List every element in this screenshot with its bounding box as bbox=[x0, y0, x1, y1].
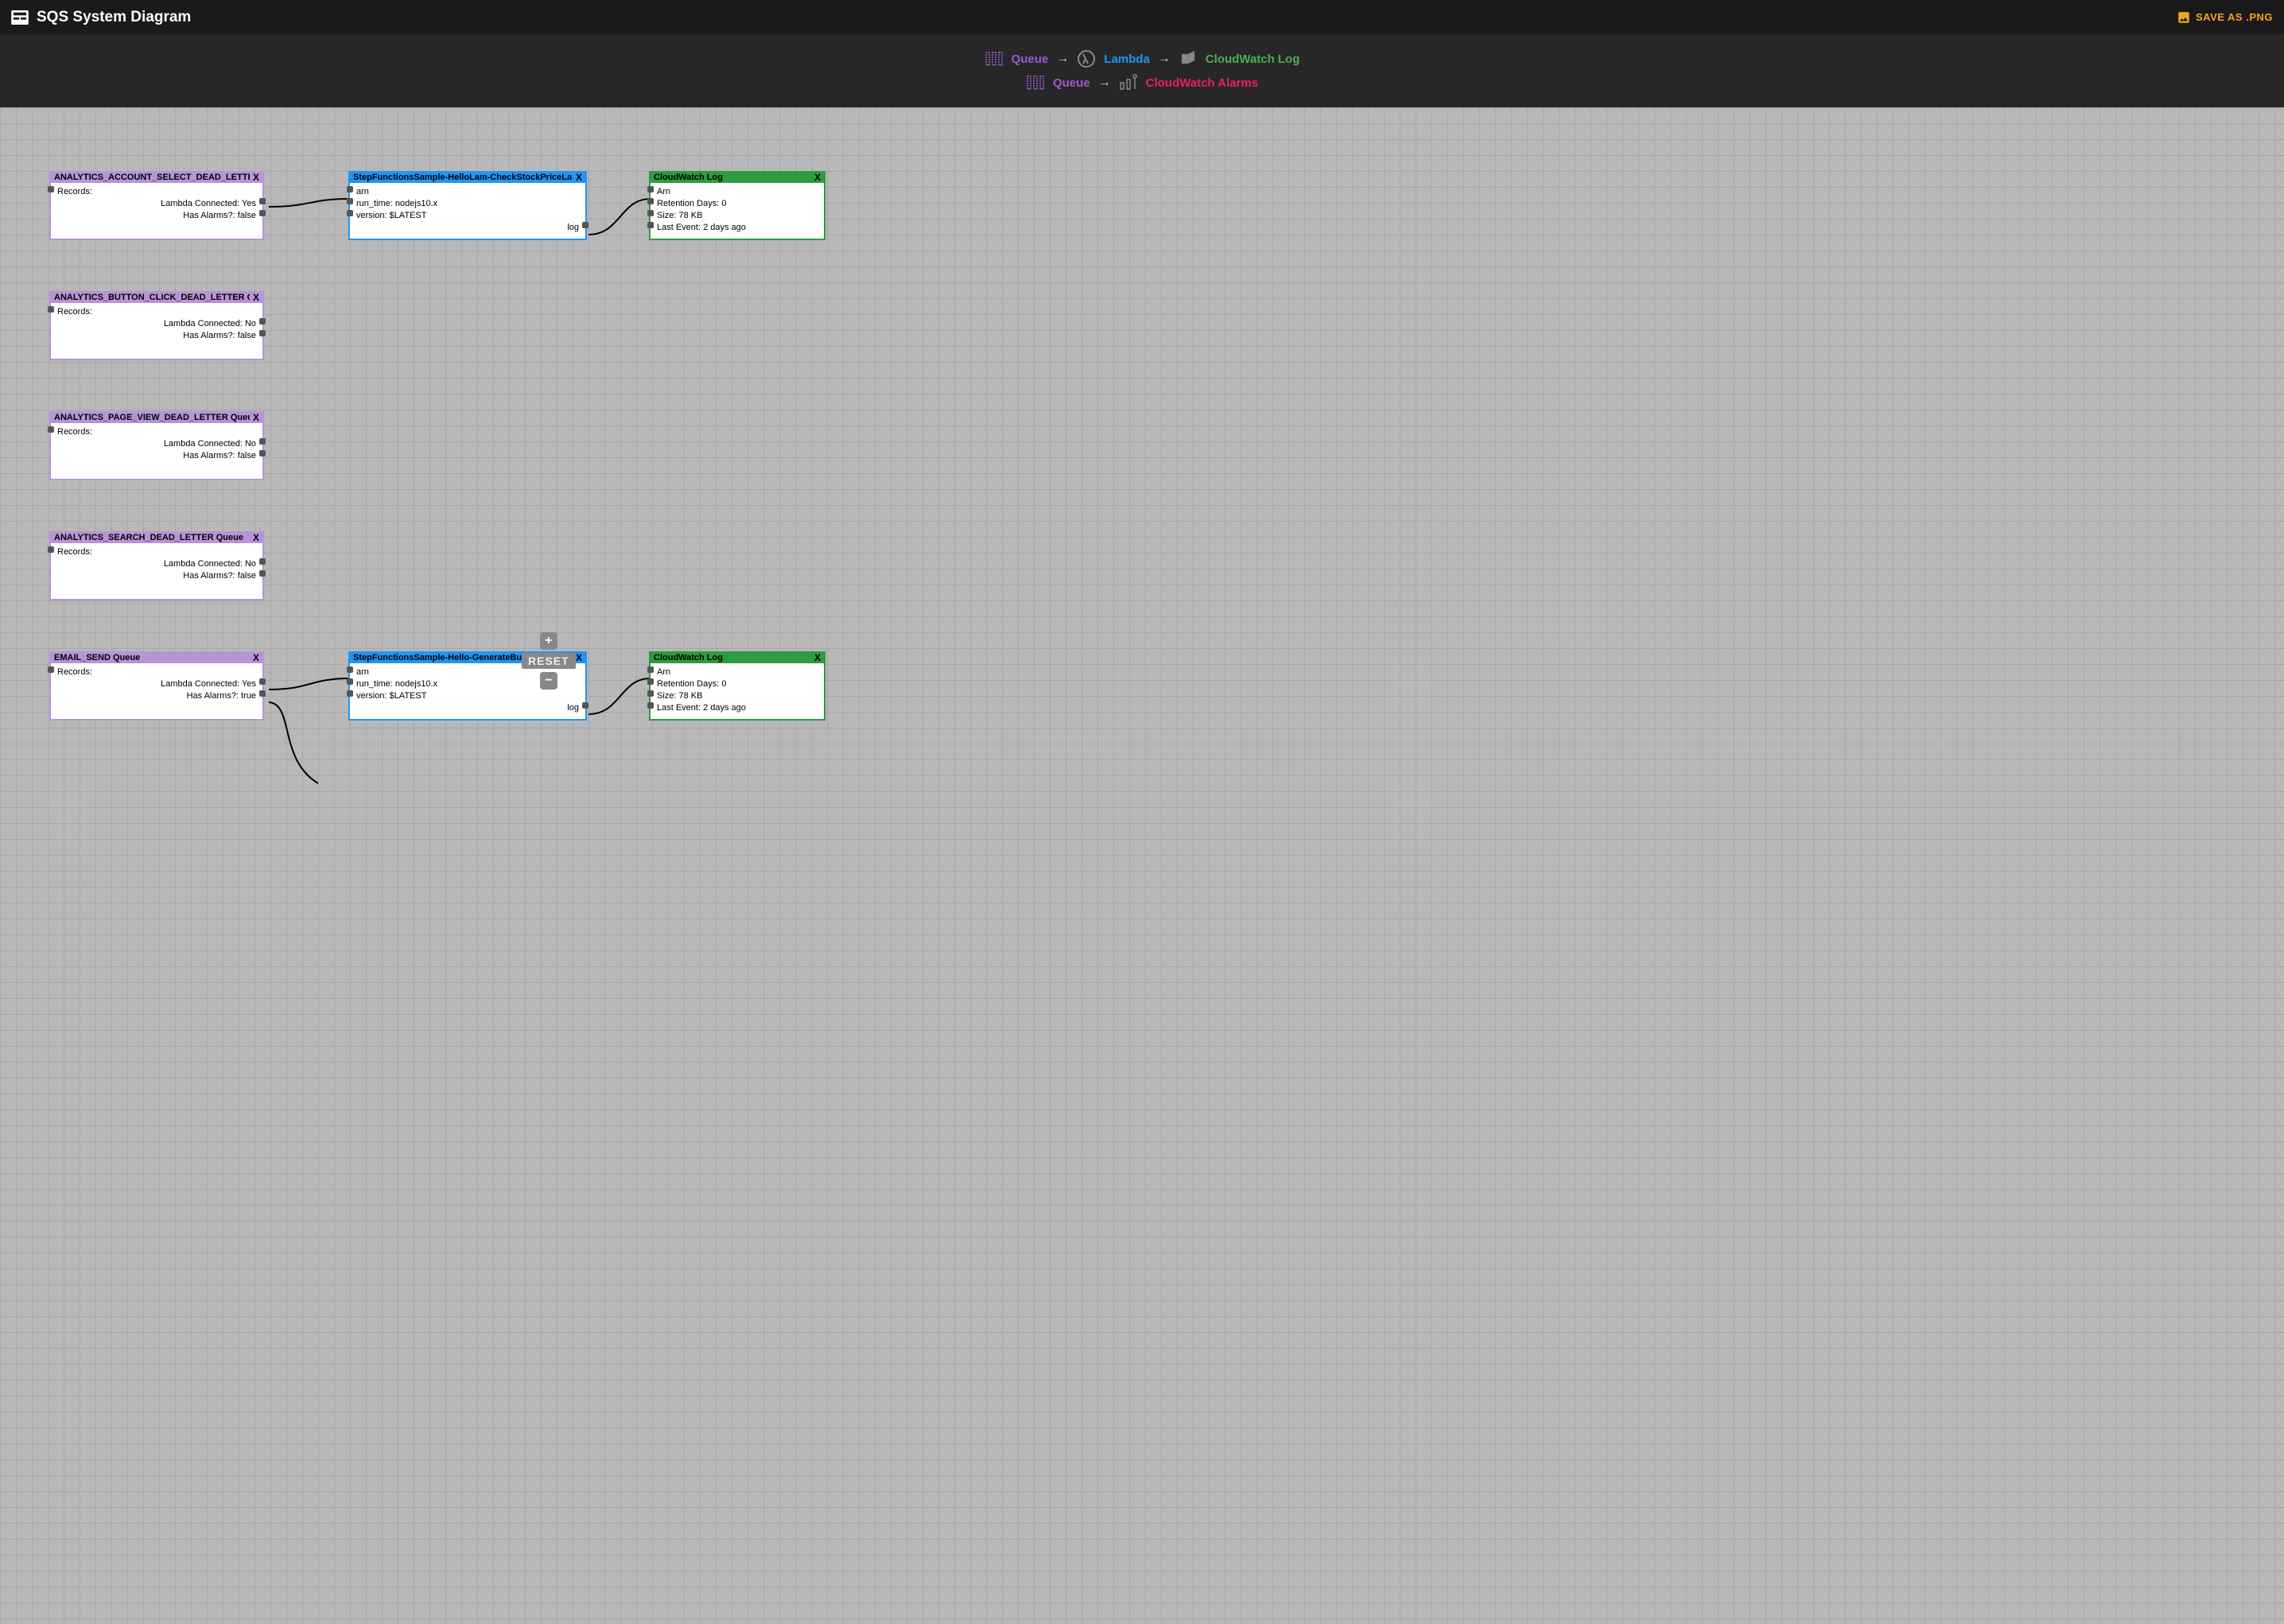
arn-label: arn bbox=[356, 667, 369, 677]
queue-node[interactable]: ANALYTICS_PAGE_VIEW_DEAD_LETTER QueueX R… bbox=[49, 411, 264, 480]
node-title: StepFunctionsSample-HelloLam-CheckStockP… bbox=[353, 173, 573, 182]
node-title: CloudWatch Log bbox=[654, 173, 811, 182]
app-header: SQS System Diagram SAVE AS .PNG bbox=[0, 0, 2284, 34]
records-label: Records: bbox=[57, 667, 92, 677]
queue-node[interactable]: ANALYTICS_SEARCH_DEAD_LETTER QueueX Reco… bbox=[49, 531, 264, 600]
close-icon[interactable]: X bbox=[576, 652, 582, 663]
log-label: log bbox=[567, 223, 579, 232]
close-icon[interactable]: X bbox=[576, 172, 582, 183]
cloudwatch-log-node[interactable]: CloudWatch LogX Arn Retention Days: 0 Si… bbox=[649, 651, 825, 721]
node-title: ANALYTICS_SEARCH_DEAD_LETTER Queue bbox=[54, 533, 250, 542]
records-label: Records: bbox=[57, 187, 92, 196]
version-label: version: $LATEST bbox=[356, 211, 426, 220]
zoom-out-button[interactable]: − bbox=[540, 672, 557, 690]
last-event-label: Last Event: 2 days ago bbox=[657, 223, 746, 232]
version-label: version: $LATEST bbox=[356, 691, 426, 701]
legend-alarms-label: CloudWatch Alarms bbox=[1146, 76, 1258, 90]
queue-icon bbox=[985, 49, 1004, 68]
arn-label: Arn bbox=[657, 187, 670, 196]
alarm-icon bbox=[1119, 73, 1138, 92]
has-alarms-label: Has Alarms?: false bbox=[183, 451, 256, 460]
has-alarms-label: Has Alarms?: false bbox=[183, 211, 256, 220]
save-png-button[interactable]: SAVE AS .PNG bbox=[2177, 10, 2273, 25]
diagram-canvas[interactable]: ANALYTICS_ACCOUNT_SELECT_DEAD_LETTER Que… bbox=[0, 107, 2284, 1624]
lambda-connected-label: Lambda Connected: Yes bbox=[161, 199, 256, 208]
lambda-icon bbox=[1077, 49, 1096, 68]
lambda-node[interactable]: StepFunctionsSample-HelloLam-CheckStockP… bbox=[348, 171, 587, 240]
node-title: ANALYTICS_ACCOUNT_SELECT_DEAD_LETTER Que… bbox=[54, 173, 250, 182]
size-label: Size: 78 KB bbox=[657, 211, 702, 220]
legend-row-2: Queue → CloudWatch Alarms bbox=[1026, 73, 1258, 92]
edges-layer bbox=[0, 107, 2284, 1624]
records-label: Records: bbox=[57, 547, 92, 557]
size-label: Size: 78 KB bbox=[657, 691, 702, 701]
legend-row-1: Queue → Lambda → CloudWatch Log bbox=[985, 49, 1300, 68]
records-label: Records: bbox=[57, 307, 92, 317]
lambda-connected-label: Lambda Connected: No bbox=[164, 319, 256, 328]
node-title: ANALYTICS_BUTTON_CLICK_DEAD_LETTER Queue bbox=[54, 293, 250, 302]
close-icon[interactable]: X bbox=[253, 292, 259, 303]
retention-label: Retention Days: 0 bbox=[657, 199, 726, 208]
has-alarms-label: Has Alarms?: true bbox=[187, 691, 256, 701]
zoom-in-button[interactable]: + bbox=[540, 632, 557, 650]
canvas-controls: + RESET − bbox=[522, 632, 576, 690]
close-icon[interactable]: X bbox=[253, 652, 259, 663]
lambda-connected-label: Lambda Connected: Yes bbox=[161, 679, 256, 689]
lambda-connected-label: Lambda Connected: No bbox=[164, 439, 256, 449]
close-icon[interactable]: X bbox=[253, 532, 259, 543]
node-title: CloudWatch Log bbox=[654, 653, 811, 662]
runtime-label: run_time: nodejs10.x bbox=[356, 679, 437, 689]
log-icon bbox=[1179, 49, 1198, 68]
queue-icon bbox=[1026, 73, 1045, 92]
close-icon[interactable]: X bbox=[814, 652, 821, 663]
queue-node[interactable]: ANALYTICS_ACCOUNT_SELECT_DEAD_LETTER Que… bbox=[49, 171, 264, 240]
arrow-icon: → bbox=[1098, 76, 1111, 90]
arn-label: arn bbox=[356, 187, 369, 196]
legend-queue-label: Queue bbox=[1053, 76, 1090, 90]
legend-queue-label: Queue bbox=[1012, 52, 1049, 66]
arn-label: Arn bbox=[657, 667, 670, 677]
lambda-connected-label: Lambda Connected: No bbox=[164, 559, 256, 569]
retention-label: Retention Days: 0 bbox=[657, 679, 726, 689]
close-icon[interactable]: X bbox=[253, 412, 259, 423]
arrow-icon: → bbox=[1056, 52, 1069, 66]
header-left: SQS System Diagram bbox=[11, 9, 191, 26]
arrow-icon: → bbox=[1158, 52, 1171, 66]
legend-bar: Queue → Lambda → CloudWatch Log Queue → … bbox=[0, 34, 2284, 107]
diagram-icon bbox=[11, 10, 29, 25]
cloudwatch-log-node[interactable]: CloudWatch LogX Arn Retention Days: 0 Si… bbox=[649, 171, 825, 240]
has-alarms-label: Has Alarms?: false bbox=[183, 331, 256, 340]
last-event-label: Last Event: 2 days ago bbox=[657, 703, 746, 713]
reset-button[interactable]: RESET bbox=[522, 653, 576, 669]
records-label: Records: bbox=[57, 427, 92, 437]
node-title: ANALYTICS_PAGE_VIEW_DEAD_LETTER Queue bbox=[54, 413, 250, 422]
close-icon[interactable]: X bbox=[814, 172, 821, 183]
runtime-label: run_time: nodejs10.x bbox=[356, 199, 437, 208]
legend-lambda-label: Lambda bbox=[1104, 52, 1150, 66]
close-icon[interactable]: X bbox=[253, 172, 259, 183]
queue-node[interactable]: EMAIL_SEND QueueX Records: Lambda Connec… bbox=[49, 651, 264, 721]
node-title: EMAIL_SEND Queue bbox=[54, 653, 250, 662]
legend-log-label: CloudWatch Log bbox=[1206, 52, 1300, 66]
has-alarms-label: Has Alarms?: false bbox=[183, 571, 256, 581]
queue-node[interactable]: ANALYTICS_BUTTON_CLICK_DEAD_LETTER Queue… bbox=[49, 291, 264, 360]
page-title: SQS System Diagram bbox=[37, 9, 191, 26]
image-icon bbox=[2177, 10, 2191, 25]
save-label: SAVE AS .PNG bbox=[2196, 11, 2273, 23]
log-label: log bbox=[567, 703, 579, 713]
